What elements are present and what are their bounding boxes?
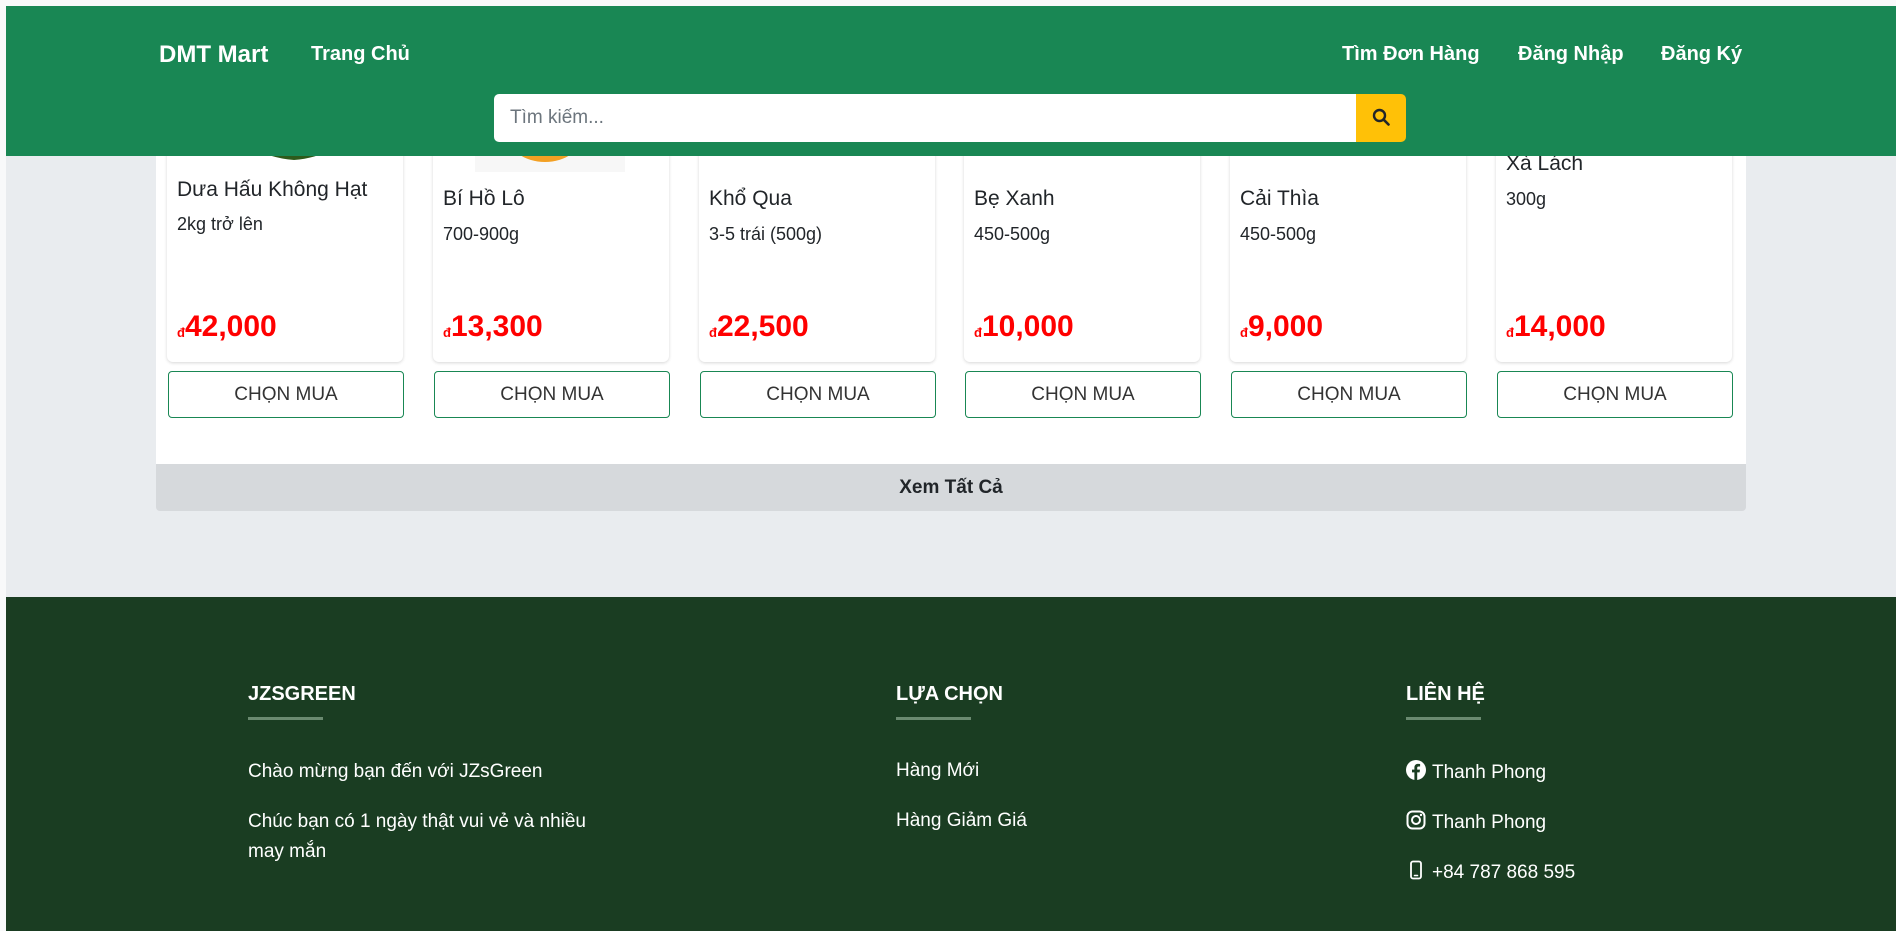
product-name[interactable]: Bẹ Xanh bbox=[974, 187, 1055, 211]
product-price: đ10,000 bbox=[974, 310, 1074, 344]
currency-symbol: đ bbox=[177, 325, 185, 340]
buy-button[interactable]: CHỌN MUA bbox=[700, 371, 936, 418]
price-amount: 14,000 bbox=[1513, 310, 1606, 343]
price-amount: 10,000 bbox=[981, 310, 1074, 343]
phone-number: +84 787 868 595 bbox=[1432, 862, 1576, 883]
product-panel: Dưa Hấu Không Hạt 2kg trở lên đ42,000 CH… bbox=[156, 120, 1746, 464]
footer-heading-contact: LIÊN HỆ bbox=[1406, 683, 1485, 705]
product-card[interactable]: Khổ Qua 3-5 trái (500g) đ22,500 bbox=[699, 120, 935, 362]
footer-heading-jzsgreen: JZSGREEN bbox=[248, 683, 356, 705]
buy-button[interactable]: CHỌN MUA bbox=[1231, 371, 1467, 418]
product-price: đ42,000 bbox=[177, 310, 277, 344]
buy-button[interactable]: CHỌN MUA bbox=[434, 371, 670, 418]
search-button[interactable] bbox=[1356, 94, 1406, 142]
see-all-button[interactable]: Xem Tất Cả bbox=[156, 464, 1746, 511]
currency-symbol: đ bbox=[1506, 325, 1514, 340]
product-card[interactable]: Dưa Hấu Không Hạt 2kg trở lên đ42,000 bbox=[167, 120, 403, 362]
nav-home[interactable]: Trang Chủ bbox=[311, 43, 410, 66]
footer-divider bbox=[1406, 717, 1481, 720]
product-price: đ14,000 bbox=[1506, 310, 1606, 344]
footer-contact-facebook[interactable]: Thanh Phong bbox=[1406, 760, 1546, 786]
facebook-name: Thanh Phong bbox=[1432, 762, 1547, 783]
search-bar bbox=[494, 94, 1406, 142]
product-price: đ22,500 bbox=[709, 310, 809, 344]
currency-symbol: đ bbox=[709, 325, 717, 340]
currency-symbol: đ bbox=[443, 325, 451, 340]
nav-register[interactable]: Đăng Ký bbox=[1661, 43, 1742, 66]
product-name[interactable]: Bí Hồ Lô bbox=[443, 187, 525, 211]
currency-symbol: đ bbox=[974, 325, 982, 340]
price-amount: 42,000 bbox=[184, 310, 277, 343]
site-header: DMT Mart Trang Chủ Tìm Đơn Hàng Đăng Nhậ… bbox=[6, 6, 1896, 156]
product-weight: 3-5 trái (500g) bbox=[709, 224, 823, 244]
product-card[interactable]: Bí Hồ Lô 700-900g đ13,300 bbox=[433, 120, 669, 362]
buy-button[interactable]: CHỌN MUA bbox=[965, 371, 1201, 418]
footer-contact-instagram[interactable]: Thanh Phong bbox=[1406, 810, 1546, 836]
phone-icon bbox=[1406, 860, 1426, 886]
product-weight: 700-900g bbox=[443, 224, 520, 244]
product-weight: 300g bbox=[1506, 189, 1547, 209]
footer-link-new-items[interactable]: Hàng Mới bbox=[896, 760, 979, 782]
instagram-name: Thanh Phong bbox=[1432, 812, 1547, 833]
product-weight: 450-500g bbox=[1240, 224, 1317, 244]
product-name[interactable]: Dưa Hấu Không Hạt bbox=[177, 178, 367, 202]
product-price: đ13,300 bbox=[443, 310, 543, 344]
instagram-icon bbox=[1406, 810, 1426, 836]
site-footer: JZSGREEN Chào mừng bạn đến với JZsGreen … bbox=[6, 597, 1896, 931]
nav-find-order[interactable]: Tìm Đơn Hàng bbox=[1342, 43, 1480, 66]
product-name[interactable]: Khổ Qua bbox=[709, 187, 792, 211]
price-amount: 22,500 bbox=[716, 310, 809, 343]
product-name[interactable]: Cải Thìa bbox=[1240, 187, 1319, 211]
search-icon bbox=[1372, 108, 1390, 129]
footer-heading-options: LỰA CHỌN bbox=[896, 683, 1003, 705]
facebook-icon bbox=[1406, 760, 1426, 786]
footer-wish-text: Chúc bạn có 1 ngày thật vui vẻ và nhiều … bbox=[248, 811, 587, 862]
product-price: đ9,000 bbox=[1240, 310, 1323, 344]
search-input[interactable] bbox=[494, 94, 1357, 142]
footer-link-discount-items[interactable]: Hàng Giảm Giá bbox=[896, 810, 1027, 832]
footer-divider bbox=[896, 717, 971, 720]
buy-button[interactable]: CHỌN MUA bbox=[1497, 371, 1733, 418]
product-card[interactable]: Cải Thìa 450-500g đ9,000 bbox=[1230, 120, 1466, 362]
product-weight: 450-500g bbox=[974, 224, 1051, 244]
buy-button[interactable]: CHỌN MUA bbox=[168, 371, 404, 418]
footer-welcome-text: Chào mừng bạn đến với JZsGreen bbox=[248, 761, 543, 782]
price-amount: 9,000 bbox=[1247, 310, 1324, 343]
nav-login[interactable]: Đăng Nhập bbox=[1518, 43, 1624, 66]
product-weight: 2kg trở lên bbox=[177, 214, 263, 234]
product-card[interactable]: Bẹ Xanh 450-500g đ10,000 bbox=[964, 120, 1200, 362]
price-amount: 13,300 bbox=[450, 310, 543, 343]
product-card[interactable]: Xà Lách 300g đ14,000 bbox=[1496, 120, 1732, 362]
footer-divider bbox=[248, 717, 323, 720]
brand-logo[interactable]: DMT Mart bbox=[159, 41, 268, 69]
footer-contact-phone[interactable]: +84 787 868 595 bbox=[1406, 860, 1575, 886]
currency-symbol: đ bbox=[1240, 325, 1248, 340]
